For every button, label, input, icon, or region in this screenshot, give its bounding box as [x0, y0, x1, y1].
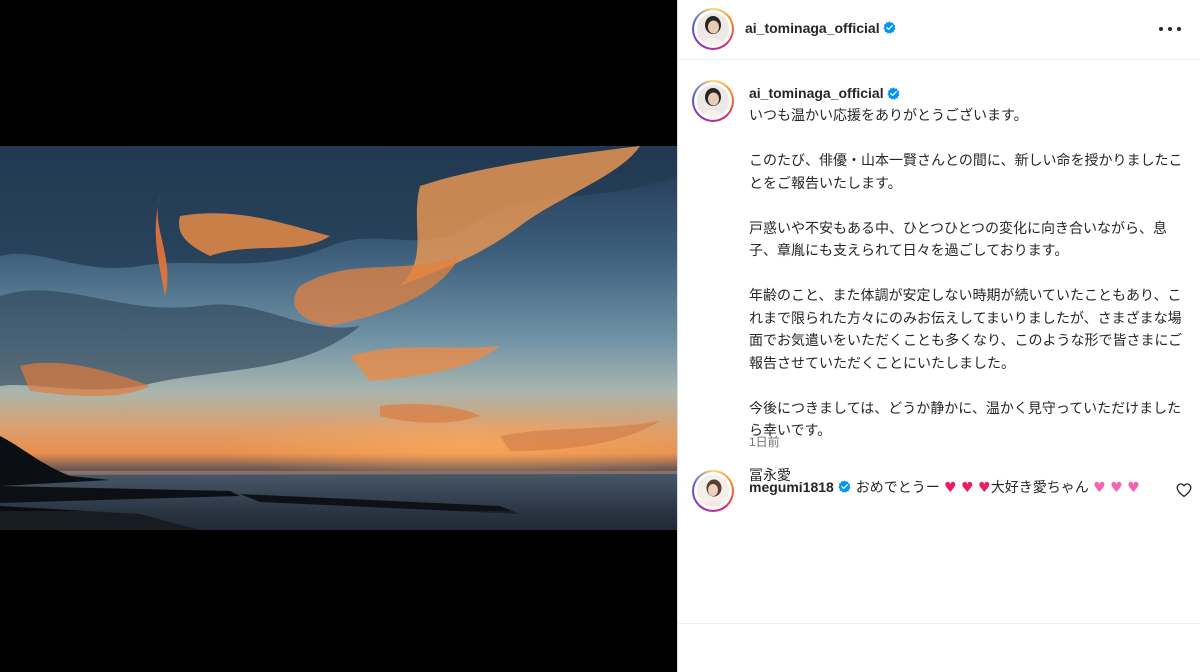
caption-author-username[interactable]: ai_tominaga_official — [749, 85, 884, 101]
verified-badge-icon — [883, 21, 896, 34]
more-options-icon[interactable] — [1155, 18, 1185, 40]
commenter-username[interactable]: megumi1818 — [749, 479, 834, 495]
pink-heart-emoji: ♥ ♥ ♥ — [1088, 480, 1140, 496]
like-heart-icon[interactable] — [1175, 481, 1193, 499]
commenter-avatar[interactable] — [692, 470, 734, 512]
comment-text-middle: 大好き愛ちゃん — [990, 480, 1089, 496]
post-header: ai_tominaga_official — [678, 0, 1200, 60]
verified-badge-icon — [838, 480, 851, 493]
post-side-panel: ai_tominaga_official ai_tominaga_officia… — [677, 0, 1200, 672]
post-photo[interactable] — [0, 146, 677, 530]
post-media[interactable] — [0, 0, 677, 672]
actions-divider — [678, 623, 1200, 624]
red-heart-emoji: ♥ ♥ ♥ — [939, 480, 991, 496]
comment: megumi1818 おめでとうー ♥ ♥ ♥大好き愛ちゃん ♥ ♥ ♥ — [749, 476, 1169, 499]
caption-author-avatar[interactable] — [692, 80, 734, 122]
author-avatar[interactable] — [692, 8, 734, 50]
post-caption: いつも温かい応援をありがとうございます。 このたび、俳優・山本一賢さんとの間に、… — [749, 108, 1183, 484]
comment-text-start: おめでとうー — [855, 480, 940, 496]
post-timestamp[interactable]: 1日前 — [749, 433, 780, 450]
verified-badge-icon — [887, 87, 900, 100]
author-username[interactable]: ai_tominaga_official — [745, 20, 880, 36]
